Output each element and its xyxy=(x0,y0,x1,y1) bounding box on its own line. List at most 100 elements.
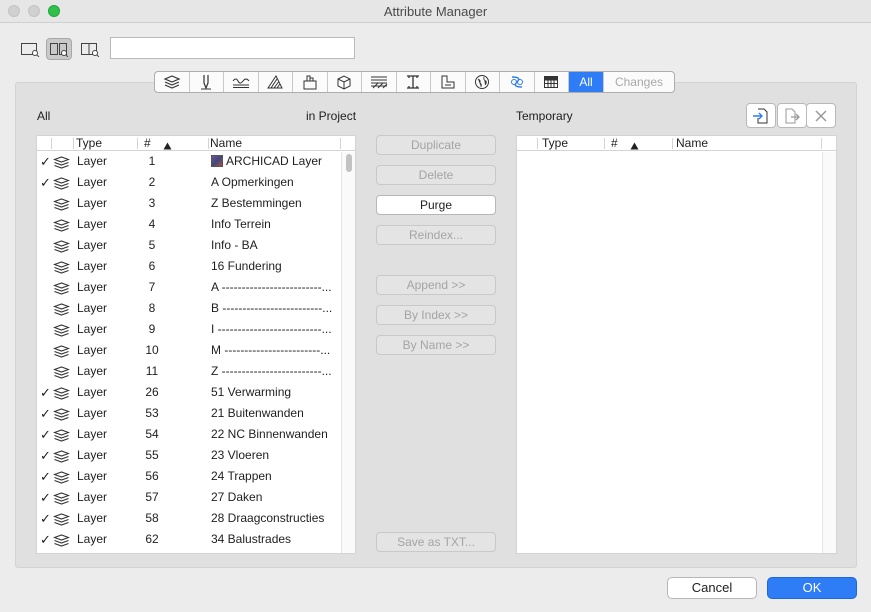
table-row[interactable]: ✓ Layer 57 27 Daken xyxy=(37,487,344,508)
close-file-button[interactable] xyxy=(806,103,836,128)
duplicate-button[interactable]: Duplicate xyxy=(376,135,496,155)
row-name-text: Info Terrein xyxy=(211,217,271,231)
scroll-thumb[interactable] xyxy=(346,154,352,172)
tab-layers[interactable] xyxy=(155,72,190,92)
row-type: Layer xyxy=(77,532,108,546)
row-name: A -------------------------... xyxy=(211,277,343,298)
row-name-text: 22 NC Binnenwanden xyxy=(211,427,328,441)
table-row[interactable]: Layer 7 A -------------------------... xyxy=(37,277,344,298)
table-row[interactable]: ✓ Layer 58 28 Draagconstructies xyxy=(37,508,344,529)
table-row[interactable]: ✓ Layer 55 23 Vloeren xyxy=(37,445,344,466)
cancel-button[interactable]: Cancel xyxy=(667,577,757,599)
row-name-text: 24 Trappen xyxy=(211,469,272,483)
save-as-txt-button[interactable]: Save as TXT... xyxy=(376,532,496,552)
tab-fills[interactable] xyxy=(259,72,293,92)
search-input[interactable] xyxy=(110,37,355,59)
close-window-button[interactable] xyxy=(8,5,20,17)
view-both-panels-button[interactable] xyxy=(46,38,72,60)
table-row[interactable]: Layer 8 B -------------------------... xyxy=(37,298,344,319)
right-list-scrollbar[interactable] xyxy=(822,152,836,553)
row-name: 22 NC Binnenwanden xyxy=(211,424,343,445)
by-index-button[interactable]: By Index >> xyxy=(376,305,496,325)
table-row[interactable]: ✓ Layer 26 51 Verwarming xyxy=(37,382,344,403)
header-number[interactable]: # xyxy=(144,136,151,151)
tab-composites[interactable] xyxy=(293,72,328,92)
table-row[interactable]: ✓ Layer 56 24 Trappen xyxy=(37,466,344,487)
row-name-text: B -------------------------... xyxy=(211,301,333,315)
line-types-icon xyxy=(232,78,250,88)
header-separator xyxy=(208,138,209,149)
row-number: 53 xyxy=(145,406,159,420)
in-use-checkmark: ✓ xyxy=(40,490,51,505)
table-row[interactable]: ✓ Layer 2 A Opmerkingen xyxy=(37,172,344,193)
sort-ascending-icon[interactable] xyxy=(630,139,639,154)
purge-button[interactable]: Purge xyxy=(376,195,496,215)
row-name-text: 16 Fundering xyxy=(211,259,282,273)
header-type[interactable]: Type xyxy=(542,136,568,151)
row-type: Layer xyxy=(77,364,108,378)
row-name-text: ARCHICAD Layer xyxy=(226,154,323,168)
tab-pens[interactable] xyxy=(190,72,224,92)
row-number: 11 xyxy=(145,364,159,378)
row-type: Layer xyxy=(77,280,108,294)
new-file-button[interactable] xyxy=(777,103,807,128)
table-row[interactable]: Layer 6 16 Fundering xyxy=(37,256,344,277)
surfaces-icon xyxy=(370,76,388,89)
header-name[interactable]: Name xyxy=(676,136,708,151)
table-row[interactable]: Layer 5 Info - BA xyxy=(37,235,344,256)
reindex-button[interactable]: Reindex... xyxy=(376,225,496,245)
tab-surfaces[interactable] xyxy=(362,72,397,92)
minimize-window-button[interactable] xyxy=(28,5,40,17)
row-name-text: I --------------------------... xyxy=(211,322,332,336)
table-row[interactable]: Layer 11 Z -------------------------... xyxy=(37,361,344,382)
tab-profiles[interactable] xyxy=(397,72,431,92)
row-name: Info - BA xyxy=(211,235,343,256)
table-row[interactable]: ✓ Layer 54 22 NC Binnenwanden xyxy=(37,424,344,445)
table-row[interactable]: Layer 4 Info Terrein xyxy=(37,214,344,235)
row-number: 8 xyxy=(148,301,156,315)
table-row[interactable]: ✓ Layer 62 34 Balustrades xyxy=(37,529,344,550)
row-number: 26 xyxy=(145,385,159,399)
in-use-checkmark: ✓ xyxy=(40,385,51,400)
composites-icon xyxy=(303,75,317,90)
table-row[interactable]: Layer 3 Z Bestemmingen xyxy=(37,193,344,214)
header-number[interactable]: # xyxy=(611,136,618,151)
layers-icon xyxy=(163,75,181,89)
table-row[interactable]: ✓ Layer 53 21 Buitenwanden xyxy=(37,403,344,424)
tab-mep-systems[interactable] xyxy=(535,72,569,92)
view-left-panel-button[interactable] xyxy=(17,38,43,60)
ok-button[interactable]: OK xyxy=(767,577,857,599)
row-name: Z Bestemmingen xyxy=(211,193,343,214)
zoom-window-button[interactable] xyxy=(48,5,60,17)
tab-operation-profiles[interactable] xyxy=(500,72,535,92)
right-attribute-list[interactable]: Type # Name xyxy=(516,135,837,554)
view-right-panel-button[interactable] xyxy=(77,38,103,60)
open-file-button[interactable] xyxy=(746,103,776,128)
left-list-subtitle: in Project xyxy=(306,109,357,123)
tab-all[interactable]: All xyxy=(569,72,604,92)
header-name[interactable]: Name xyxy=(210,136,242,151)
delete-button[interactable]: Delete xyxy=(376,165,496,185)
row-name: 28 Draagconstructies xyxy=(211,508,343,529)
row-number: 62 xyxy=(145,532,159,546)
left-list-header: Type # Name xyxy=(37,136,355,151)
row-number: 58 xyxy=(145,511,159,525)
append-button[interactable]: Append >> xyxy=(376,275,496,295)
tab-line-types[interactable] xyxy=(224,72,259,92)
row-number: 1 xyxy=(148,154,156,168)
by-name-button[interactable]: By Name >> xyxy=(376,335,496,355)
table-row[interactable]: Layer 10 M ------------------------... xyxy=(37,340,344,361)
tab-changes[interactable]: Changes xyxy=(604,72,674,92)
tab-building-materials[interactable] xyxy=(328,72,362,92)
table-row[interactable]: ✓ Layer 1 ARCHICAD Layer xyxy=(37,151,344,172)
fills-icon xyxy=(267,75,284,89)
table-row[interactable]: Layer 9 I --------------------------... xyxy=(37,319,344,340)
tab-zone-categories[interactable] xyxy=(431,72,466,92)
tab-markup-styles[interactable] xyxy=(466,72,500,92)
left-attribute-list[interactable]: Type # Name ✓ Layer 1 ARCHICAD Layer ✓ Layer 2… xyxy=(36,135,356,554)
row-name-text: A Opmerkingen xyxy=(211,175,294,189)
row-type: Layer xyxy=(77,343,108,357)
header-type[interactable]: Type xyxy=(76,136,102,151)
row-number: 4 xyxy=(148,217,156,231)
left-list-scrollbar[interactable] xyxy=(341,152,355,553)
